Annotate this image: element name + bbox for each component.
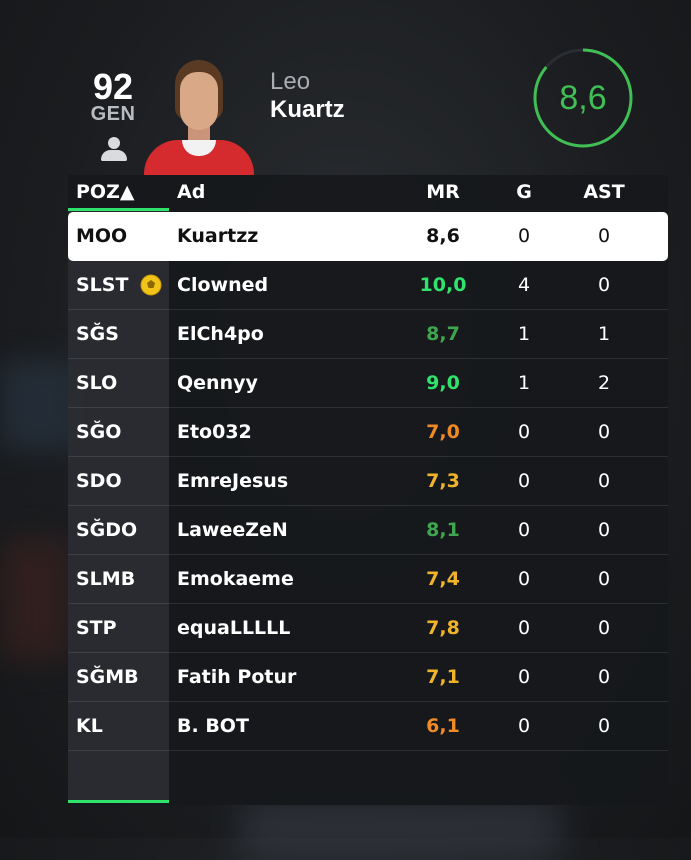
table-row[interactable]: SĞO Eto032 7,0 0 0 (68, 408, 668, 457)
player-name-cell: Clowned (177, 274, 269, 296)
player-name-cell: LaweeZeN (177, 519, 288, 541)
table-body: MOO Kuartzz 8,6 0 0 SLST Clowned 10,0 4 0 SĞS ElCh4… (68, 212, 668, 751)
player-name-cell: Fatih Potur (177, 666, 297, 688)
goals-cell: 1 (517, 372, 531, 394)
match-rating-cell: 7,4 (426, 568, 460, 590)
position-cell: SĞS (76, 323, 119, 345)
match-rating-cell: 8,1 (426, 519, 460, 541)
match-rating-cell: 8,7 (426, 323, 460, 345)
table-row[interactable]: SĞDO LaweeZeN 8,1 0 0 (68, 506, 668, 555)
person-icon (101, 137, 127, 161)
match-rating-cell: 7,0 (426, 421, 460, 443)
table-row[interactable]: SLMB Emokaeme 7,4 0 0 (68, 555, 668, 604)
table-row[interactable]: SLO Qennyy 9,0 1 2 (68, 359, 668, 408)
table-row[interactable]: KL B. BOT 6,1 0 0 (68, 702, 668, 751)
assists-cell: 0 (597, 715, 611, 737)
background-blur (0, 540, 70, 660)
table-row[interactable]: MOO Kuartzz 8,6 0 0 (68, 212, 668, 261)
overall-value: 92 (92, 66, 134, 107)
player-name-cell: Kuartzz (177, 225, 259, 247)
assists-cell: 2 (597, 372, 611, 394)
position-cell: STP (76, 617, 117, 639)
goals-cell: 0 (517, 421, 531, 443)
player-first-name: Leo (270, 68, 311, 95)
goals-cell: 0 (517, 519, 531, 541)
player-name-cell: Eto032 (177, 421, 252, 443)
player-ratings-table: POZ▲ Ad MR G AST MOO Kuartzz 8,6 0 0 SLST Clow… (68, 175, 668, 805)
assists-cell: 0 (597, 274, 611, 296)
header-goals[interactable]: G (494, 181, 554, 203)
column-footer-underline (68, 800, 169, 803)
overall-rating: 92 GEN (88, 66, 138, 125)
position-cell: SLO (76, 372, 118, 394)
goals-cell: 0 (517, 470, 531, 492)
assists-cell: 0 (597, 470, 611, 492)
position-cell: MOO (76, 225, 128, 247)
player-last-name: Kuartz (270, 96, 345, 123)
overall-label: GEN (90, 103, 136, 125)
table-row[interactable]: SĞMB Fatih Potur 7,1 0 0 (68, 653, 668, 702)
goals-cell: 0 (517, 225, 531, 247)
assists-cell: 0 (597, 568, 611, 590)
player-name-cell: B. BOT (177, 715, 249, 737)
goals-cell: 0 (517, 617, 531, 639)
match-rating-cell: 10,0 (419, 274, 467, 296)
match-rating-cell: 9,0 (426, 372, 460, 394)
assists-cell: 0 (597, 666, 611, 688)
position-cell: SĞMB (76, 666, 139, 688)
match-rating-cell: 7,8 (426, 617, 460, 639)
player-name-cell: Qennyy (177, 372, 258, 394)
table-row[interactable]: SĞS ElCh4po 8,7 1 1 (68, 310, 668, 359)
header-position[interactable]: POZ▲ (76, 181, 134, 203)
position-cell: SLST (76, 274, 129, 296)
match-rating-cell: 7,1 (426, 666, 460, 688)
match-rating-cell: 7,3 (426, 470, 460, 492)
match-rating-cell: 8,6 (426, 225, 460, 247)
position-cell: SLMB (76, 568, 136, 590)
player-name-cell: EmreJesus (177, 470, 289, 492)
position-cell: KL (76, 715, 103, 737)
football-icon (140, 274, 162, 296)
header-match-rating[interactable]: MR (408, 181, 478, 203)
position-cell: SĞDO (76, 519, 138, 541)
goals-cell: 0 (517, 666, 531, 688)
assists-cell: 0 (597, 421, 611, 443)
assists-cell: 0 (597, 617, 611, 639)
player-name-cell: Emokaeme (177, 568, 294, 590)
table-row[interactable]: STP equaLLLLL 7,8 0 0 (68, 604, 668, 653)
header-name[interactable]: Ad (177, 181, 205, 203)
player-name-cell: ElCh4po (177, 323, 264, 345)
table-row[interactable]: SLST Clowned 10,0 4 0 (68, 261, 668, 310)
match-rating-value: 8,6 (559, 79, 607, 117)
player-name-cell: equaLLLLL (177, 617, 291, 639)
goals-cell: 0 (517, 568, 531, 590)
match-rating-ring: 8,6 (532, 47, 634, 149)
match-rating-cell: 6,1 (426, 715, 460, 737)
header-assists[interactable]: AST (574, 181, 634, 203)
goals-cell: 0 (517, 715, 531, 737)
goals-cell: 1 (517, 323, 531, 345)
assists-cell: 0 (597, 225, 611, 247)
player-portrait (144, 60, 254, 175)
player-header: 92 GEN Leo Kuartz 8,6 (68, 40, 668, 175)
table-row[interactable]: SDO EmreJesus 7,3 0 0 (68, 457, 668, 506)
goals-cell: 4 (517, 274, 531, 296)
position-cell: SĞO (76, 421, 122, 443)
background-blur (240, 800, 560, 860)
assists-cell: 0 (597, 519, 611, 541)
position-cell: SDO (76, 470, 122, 492)
assists-cell: 1 (597, 323, 611, 345)
table-header: POZ▲ Ad MR G AST (68, 175, 668, 209)
